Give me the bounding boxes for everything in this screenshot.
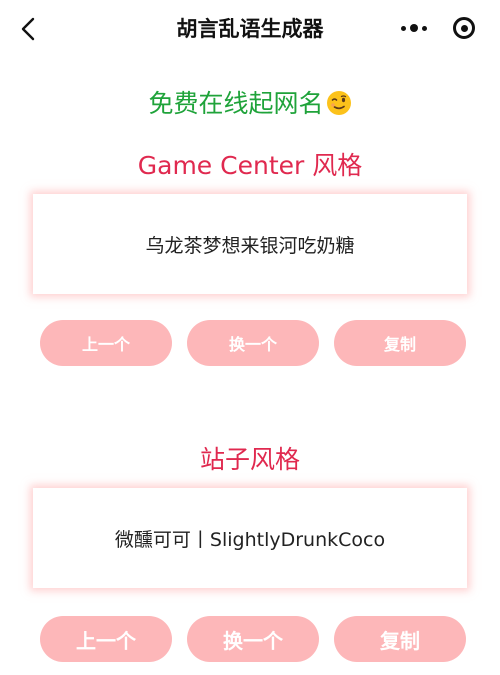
button-row-game-center: 上一个 换一个 复制 xyxy=(40,320,466,366)
result-card-game-center: 乌龙茶梦想来银河吃奶糖 xyxy=(33,194,467,294)
swap-button-game-center[interactable]: 换一个 xyxy=(187,320,319,366)
prev-button-fansite[interactable]: 上一个 xyxy=(40,616,172,662)
headline-text: 免费在线起网名 xyxy=(148,89,324,118)
more-dots-icon xyxy=(401,24,427,32)
winking-face-icon xyxy=(326,90,352,122)
back-button[interactable] xyxy=(14,14,44,44)
prev-button-game-center[interactable]: 上一个 xyxy=(40,320,172,366)
close-mini-program-button[interactable] xyxy=(444,10,484,46)
copy-button-game-center[interactable]: 复制 xyxy=(334,320,466,366)
result-card-fansite: 微醺可可丨SlightlyDrunkCoco xyxy=(33,488,467,588)
chevron-left-icon xyxy=(21,17,35,41)
headline: 免费在线起网名 xyxy=(0,84,500,122)
section-title-game-center: Game Center 风格 xyxy=(137,151,363,180)
button-row-fansite: 上一个 换一个 复制 xyxy=(40,616,466,662)
more-button[interactable] xyxy=(394,10,434,46)
swap-button-fansite[interactable]: 换一个 xyxy=(187,616,319,662)
navbar: 胡言乱语生成器 xyxy=(0,0,500,60)
generated-name-game-center: 乌龙茶梦想来银河吃奶糖 xyxy=(145,234,355,257)
page: 胡言乱语生成器 免费在线起网名 Game Center 风格 乌龙茶梦想来银河吃… xyxy=(0,0,500,675)
copy-button-fansite[interactable]: 复制 xyxy=(334,616,466,662)
mini-program-capsule xyxy=(394,10,484,46)
section-title-fansite: 站子风格 xyxy=(199,445,300,474)
generated-name-fansite: 微醺可可丨SlightlyDrunkCoco xyxy=(114,528,386,551)
target-circle-icon xyxy=(453,17,475,39)
